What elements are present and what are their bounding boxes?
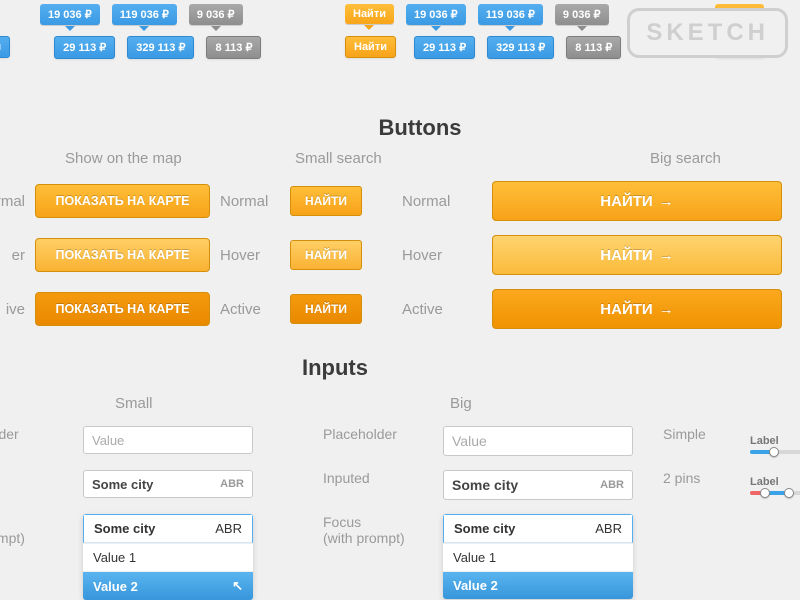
price-tag[interactable]: 29 113 ₽ xyxy=(54,36,115,59)
slider-handle[interactable] xyxy=(760,488,770,498)
state-label: rmal xyxy=(0,193,35,210)
col-header-map: Show on the map xyxy=(65,150,275,167)
slider-handle[interactable] xyxy=(784,488,794,498)
row-label: Focus(with prompt) xyxy=(313,514,443,546)
partial-tag[interactable]: ти xyxy=(0,36,10,58)
cursor-icon: ↖ xyxy=(232,578,243,594)
input-row-focus: ush prompt) Some cityABR Value 1 Value 2… xyxy=(0,514,800,600)
button-column-headers: Show on the map Small search Big search xyxy=(0,150,800,167)
col-header-big-search: Big search xyxy=(650,150,721,167)
button-row-active: ive ПОКАЗАТЬ НА КАРТЕ Active НАЙТИ Activ… xyxy=(0,289,800,329)
state-label: Active xyxy=(210,301,290,318)
price-tag[interactable]: 329 113 ₽ xyxy=(127,36,194,59)
state-label: Hover xyxy=(210,247,290,264)
big-search-button[interactable]: НАЙТИ→ xyxy=(492,289,782,329)
sketch-watermark: SKETCH xyxy=(627,8,788,58)
slider-label: Label xyxy=(750,476,800,488)
price-tag[interactable]: 8 113 ₽ xyxy=(206,36,261,59)
state-label: er xyxy=(0,247,35,264)
dropdown-option-selected[interactable]: Value 2↖ xyxy=(83,571,253,600)
button-row-hover: er ПОКАЗАТЬ НА КАРТЕ Hover НАЙТИ Hover Н… xyxy=(0,235,800,275)
big-text-input[interactable]: Some cityABR xyxy=(443,470,633,500)
state-label: Active xyxy=(392,301,492,318)
slider-track[interactable] xyxy=(750,450,800,454)
section-title-buttons: Buttons xyxy=(20,115,800,141)
input-column-headers: Small Big xyxy=(0,395,800,412)
sliders-area: Label Label xyxy=(690,435,800,495)
show-on-map-button[interactable]: ПОКАЗАТЬ НА КАРТЕ xyxy=(35,292,210,326)
inputs-showcase: Small Big ceholder Value Placeholder Val… xyxy=(0,395,800,600)
small-search-button[interactable]: НАЙТИ xyxy=(290,240,362,270)
col-header-small-search: Small search xyxy=(295,150,445,167)
buttons-showcase: Show on the map Small search Big search … xyxy=(0,150,800,329)
show-on-map-button[interactable]: ПОКАЗАТЬ НА КАРТЕ xyxy=(35,184,210,218)
big-search-button[interactable]: НАЙТИ→ xyxy=(492,181,782,221)
col-header-big: Big xyxy=(450,395,660,412)
row-label: ush prompt) xyxy=(0,514,83,546)
row-label: Placeholder xyxy=(313,426,443,442)
row-label: uted xyxy=(0,470,83,486)
dropdown-option[interactable]: Value 1 xyxy=(83,543,253,571)
small-search-button[interactable]: НАЙТИ xyxy=(290,186,362,216)
state-label: Hover xyxy=(392,247,492,264)
slider-handle[interactable] xyxy=(769,447,779,457)
dropdown-input[interactable]: Some cityABR xyxy=(443,514,633,543)
tag-row-left: ти 29 113 ₽ 329 113 ₽ 8 113 ₽ xyxy=(0,0,261,59)
col-header-small: Small xyxy=(115,395,345,412)
arrow-icon: → xyxy=(659,247,674,264)
price-tag[interactable]: 29 113 ₽ xyxy=(414,36,475,59)
slider-simple: Label xyxy=(750,435,800,454)
slider-label: Label xyxy=(750,435,800,447)
input-row-inputed: uted Some cityABR Inputed Some cityABR 2… xyxy=(0,470,800,500)
row-label: Inputed xyxy=(313,470,443,486)
abbr-badge: ABR xyxy=(220,478,244,490)
slider-twopins: Label xyxy=(750,476,800,495)
small-text-input[interactable]: Value xyxy=(83,426,253,454)
arrow-icon: → xyxy=(659,193,674,210)
slider-track[interactable] xyxy=(750,491,800,495)
price-tag[interactable]: 8 113 ₽ xyxy=(566,36,621,59)
button-row-normal: rmal ПОКАЗАТЬ НА КАРТЕ Normal НАЙТИ Norm… xyxy=(0,181,800,221)
state-label: ive xyxy=(0,301,35,318)
big-text-input[interactable]: Value xyxy=(443,426,633,456)
state-label: Normal xyxy=(392,193,492,210)
big-autocomplete-dropdown[interactable]: Some cityABR Value 1 Value 2 xyxy=(443,514,633,599)
state-label: Normal xyxy=(210,193,290,210)
small-autocomplete-dropdown[interactable]: Some cityABR Value 1 Value 2↖ xyxy=(83,514,253,600)
row-label: ceholder xyxy=(0,426,83,442)
abbr-badge: ABR xyxy=(600,479,624,491)
small-text-input[interactable]: Some cityABR xyxy=(83,470,253,498)
search-tag[interactable]: Найти xyxy=(345,36,396,58)
section-title-inputs: Inputs xyxy=(0,355,735,381)
price-tag[interactable]: 329 113 ₽ xyxy=(487,36,554,59)
big-search-button[interactable]: НАЙТИ→ xyxy=(492,235,782,275)
dropdown-input[interactable]: Some cityABR xyxy=(83,514,253,543)
dropdown-option[interactable]: Value 1 xyxy=(443,543,633,571)
input-row-placeholder: ceholder Value Placeholder Value Simple xyxy=(0,426,800,456)
tag-row-right: Найти 29 113 ₽ 329 113 ₽ 8 113 ₽ xyxy=(345,0,621,59)
show-on-map-button[interactable]: ПОКАЗАТЬ НА КАРТЕ xyxy=(35,238,210,272)
small-search-button[interactable]: НАЙТИ xyxy=(290,294,362,324)
dropdown-option-selected[interactable]: Value 2 xyxy=(443,571,633,599)
arrow-icon: → xyxy=(659,301,674,318)
